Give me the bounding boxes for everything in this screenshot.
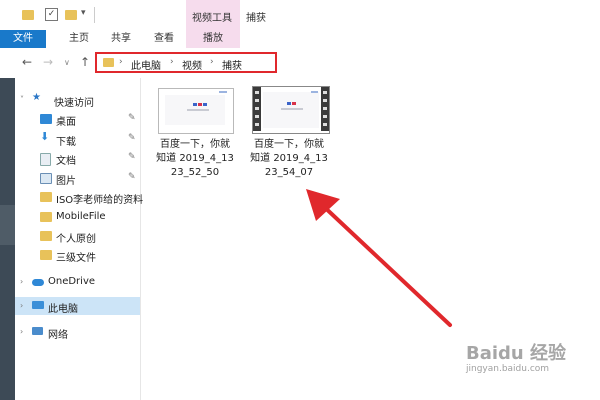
- back-arrow-icon[interactable]: ←: [22, 55, 32, 69]
- sidebar-item-iso-folder[interactable]: ISO李老师给的资料: [40, 190, 148, 206]
- thumbnail-detail: [187, 109, 209, 111]
- tab-file[interactable]: 文件: [0, 30, 46, 48]
- sidebar-item-quick-access[interactable]: ˅ ★ 快速访问: [20, 92, 140, 109]
- thumbnail-content: [263, 92, 319, 128]
- sidebar-item-label: 文档: [56, 156, 76, 167]
- customize-toolbar-icon[interactable]: ▾: [81, 8, 86, 18]
- sidebar-item-desktop[interactable]: 桌面 ✎: [40, 112, 148, 128]
- thumbnail-detail: [292, 102, 296, 105]
- separator: [94, 7, 95, 23]
- file-name: 百度一下，你就 知道 2019_4_13 23_52_50: [155, 138, 235, 180]
- video-thumbnail: [252, 86, 330, 134]
- computer-icon: [32, 301, 44, 309]
- download-icon: ⬇: [40, 130, 50, 143]
- ribbon-tab-bar: [0, 30, 600, 49]
- thumbnail-detail: [287, 102, 291, 105]
- file-name-line: 23_52_50: [170, 167, 220, 178]
- sidebar-item-label: 个人原创: [56, 234, 96, 245]
- sidebar-item-label: 三级文件: [56, 253, 96, 264]
- file-name-line: 知道 2019_4_13: [156, 153, 234, 164]
- sidebar-item-label: 快速访问: [54, 98, 94, 109]
- sidebar-item-label: MobileFile: [56, 211, 106, 222]
- film-strip: [321, 87, 329, 131]
- annotation-arrow: [306, 189, 452, 327]
- folder-icon: [22, 10, 34, 20]
- background-strip-detail: [0, 205, 15, 245]
- chevron-right-icon[interactable]: ›: [210, 57, 214, 67]
- sidebar-item-label: ISO李老师给的资料: [56, 195, 144, 206]
- sidebar-item-label: 此电脑: [48, 304, 78, 315]
- tab-home[interactable]: 主页: [69, 30, 89, 48]
- pin-icon: ✎: [128, 152, 136, 162]
- pin-icon: ✎: [128, 113, 136, 123]
- file-name-line: 百度一下，你就: [160, 139, 230, 150]
- arrow-shaft: [318, 201, 452, 327]
- pin-icon: ✎: [128, 172, 136, 182]
- breadcrumb-this-pc[interactable]: 此电脑: [131, 57, 161, 72]
- desktop-icon: [40, 114, 52, 124]
- folder-icon: [40, 212, 52, 222]
- breadcrumb-videos[interactable]: 视频: [182, 57, 202, 72]
- window-title: 捕获: [246, 13, 266, 24]
- tab-view[interactable]: 查看: [154, 30, 174, 48]
- thumbnail-detail: [198, 103, 202, 106]
- file-name: 百度一下，你就 知道 2019_4_13 23_54_07: [249, 138, 329, 180]
- chevron-down-icon[interactable]: ˅: [20, 95, 24, 104]
- picture-icon: [40, 173, 52, 184]
- thumbnail-detail: [311, 91, 318, 93]
- tab-playback[interactable]: 播放: [186, 30, 240, 48]
- sidebar-item-label: 下载: [56, 137, 76, 148]
- thumbnail-detail: [193, 103, 197, 106]
- tab-share[interactable]: 共享: [111, 30, 131, 48]
- chevron-right-icon[interactable]: ›: [119, 57, 123, 67]
- chevron-right-icon[interactable]: ›: [20, 301, 23, 310]
- sidebar-item-onedrive[interactable]: › OneDrive: [20, 275, 140, 291]
- title-bar: [0, 0, 600, 30]
- cloud-icon: [32, 279, 44, 286]
- folder-icon: [40, 192, 52, 202]
- thumbnail-detail: [281, 108, 303, 110]
- document-icon: [40, 153, 51, 166]
- up-arrow-icon[interactable]: ↑: [80, 55, 90, 69]
- film-strip: [253, 87, 261, 131]
- chevron-right-icon[interactable]: ›: [20, 277, 23, 286]
- sidebar-item-this-pc[interactable]: › 此电脑: [20, 299, 140, 315]
- file-item-video[interactable]: 百度一下，你就 知道 2019_4_13 23_54_07: [244, 84, 330, 184]
- image-thumbnail: [158, 88, 234, 134]
- sidebar-item-mobilefile[interactable]: MobileFile: [40, 210, 148, 226]
- file-name-line: 百度一下，你就: [254, 139, 324, 150]
- sidebar-item-label: 网络: [48, 330, 68, 341]
- folder-icon: [40, 250, 52, 260]
- chevron-right-icon[interactable]: ›: [20, 327, 23, 336]
- sidebar-item-pictures[interactable]: 图片 ✎: [40, 171, 148, 187]
- network-icon: [32, 327, 43, 335]
- folder-icon: [103, 58, 114, 67]
- watermark-url: jingyan.baidu.com: [466, 364, 550, 374]
- recent-locations-icon[interactable]: ∨: [64, 58, 70, 67]
- context-tab-title: 视频工具: [192, 13, 232, 24]
- folder-icon: [40, 231, 52, 241]
- sidebar-item-downloads[interactable]: ⬇ 下载 ✎: [40, 130, 148, 148]
- pin-icon: ✎: [128, 133, 136, 143]
- thumbnail-detail: [219, 91, 227, 93]
- new-folder-icon[interactable]: [65, 10, 77, 20]
- sidebar-item-network[interactable]: › 网络: [20, 325, 140, 341]
- file-name-line: 知道 2019_4_13: [250, 153, 328, 164]
- star-icon: ★: [32, 92, 41, 103]
- sidebar-item-label: 图片: [56, 176, 76, 187]
- forward-arrow-icon[interactable]: →: [43, 55, 53, 69]
- breadcrumb-capture[interactable]: 捕获: [222, 57, 242, 72]
- sidebar-item-personal-original[interactable]: 个人原创: [40, 229, 148, 245]
- thumbnail-detail: [203, 103, 207, 106]
- sidebar-item-documents[interactable]: 文档 ✎: [40, 151, 148, 167]
- sidebar-item-label: 桌面: [56, 117, 76, 128]
- sidebar-item-label: OneDrive: [48, 276, 96, 287]
- properties-icon[interactable]: ✓: [45, 8, 58, 21]
- sidebar-item-level3-files[interactable]: 三级文件: [40, 248, 148, 264]
- chevron-right-icon[interactable]: ›: [170, 57, 174, 67]
- watermark-logo: Baidu 经验: [466, 343, 567, 364]
- file-item-image[interactable]: 百度一下，你就 知道 2019_4_13 23_52_50: [152, 84, 238, 184]
